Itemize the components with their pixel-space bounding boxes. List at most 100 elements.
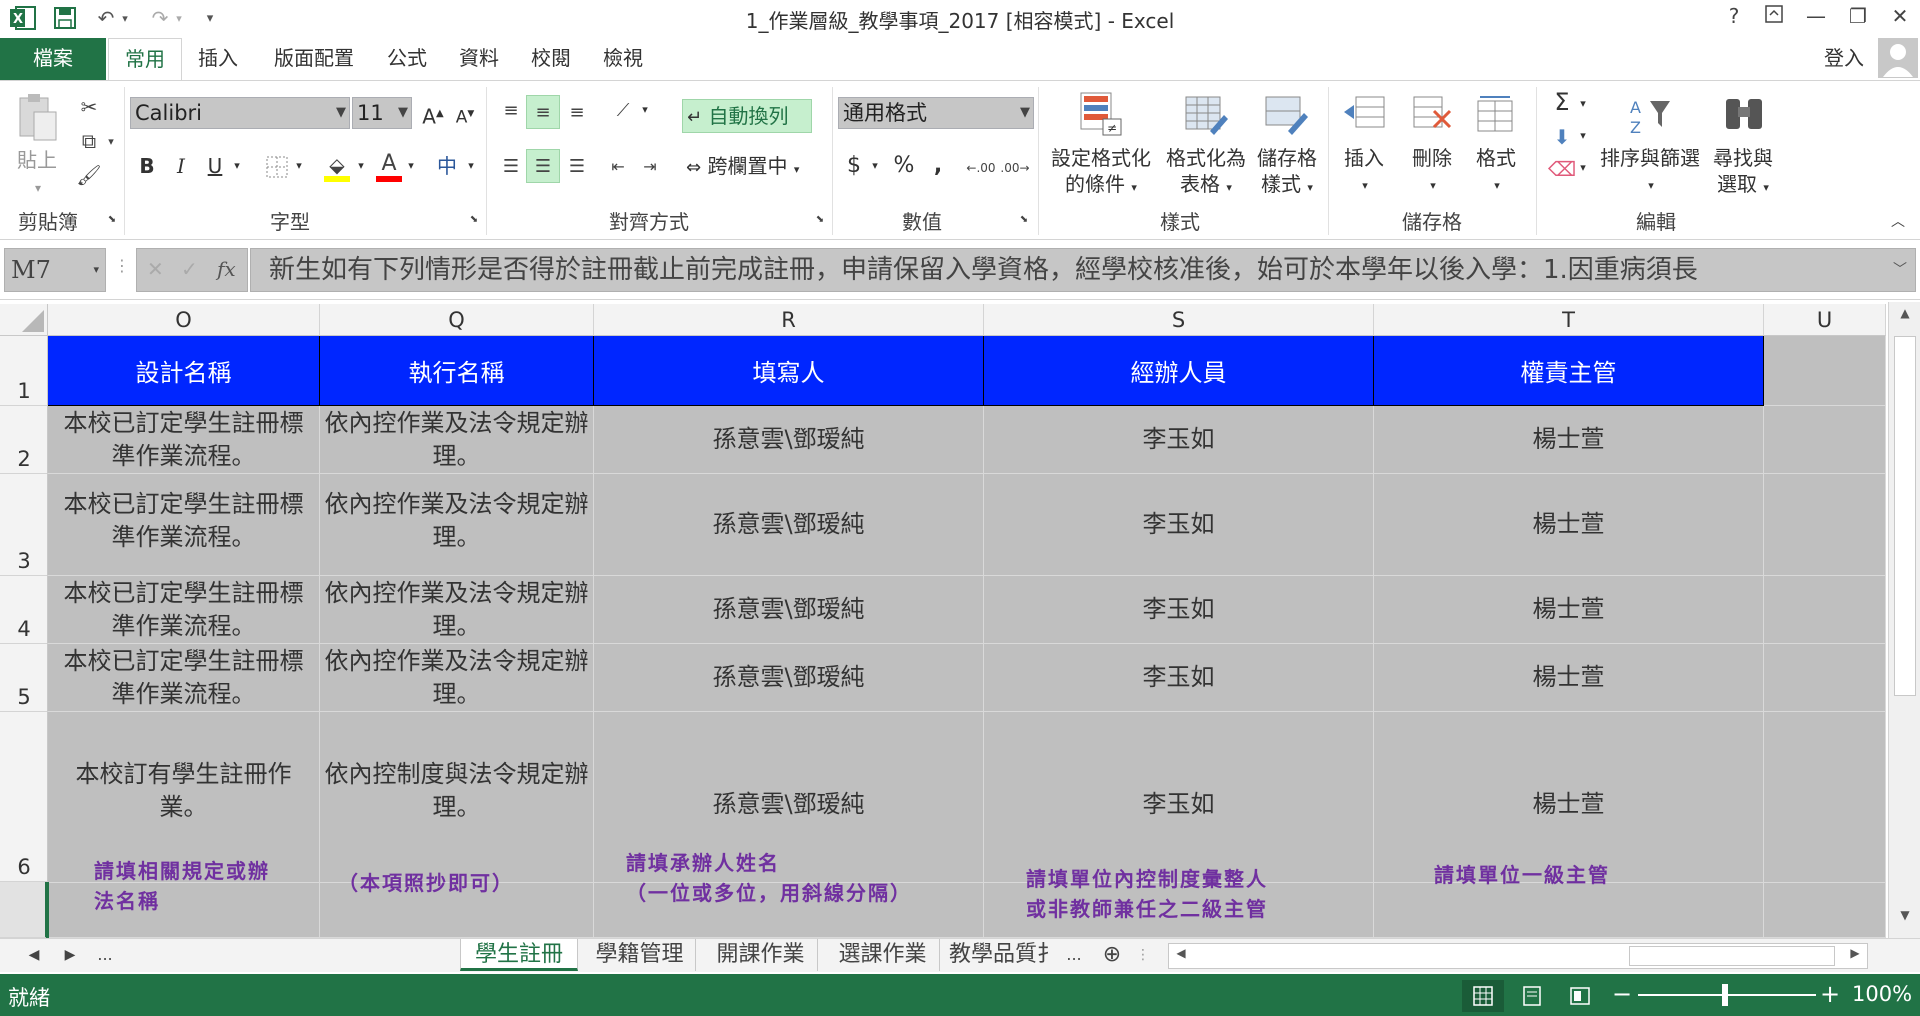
undo-dropdown-icon[interactable]: ▾ bbox=[118, 5, 132, 31]
sheet-nav-next-icon[interactable]: ▶ bbox=[58, 939, 82, 971]
table-cell[interactable]: 孫意雲\鄧瑷純 bbox=[594, 576, 984, 644]
minimize-icon[interactable]: — bbox=[1798, 4, 1834, 32]
vertical-scrollbar[interactable]: ▲ ▼ bbox=[1888, 302, 1920, 938]
table-cell[interactable] bbox=[1764, 406, 1886, 474]
align-middle-icon[interactable]: ≡ bbox=[526, 95, 560, 129]
grow-font-button[interactable]: A▲ bbox=[420, 101, 446, 130]
table-cell[interactable]: 楊士萱 bbox=[1374, 474, 1764, 576]
table-cell[interactable]: 孫意雲\鄧瑷純 bbox=[594, 474, 984, 576]
sort-filter-dropdown-icon[interactable]: ▾ bbox=[1644, 173, 1658, 199]
cell-styles-button[interactable]: 儲存格 樣式 ▾ bbox=[1252, 145, 1322, 201]
italic-button[interactable]: I bbox=[168, 153, 194, 179]
currency-dropdown-icon[interactable]: ▾ bbox=[868, 153, 882, 179]
align-center-icon[interactable]: ☰ bbox=[526, 149, 560, 183]
tab-review[interactable]: 校閱 bbox=[522, 38, 580, 80]
autosum-dropdown-icon[interactable]: ▾ bbox=[1576, 91, 1590, 117]
conditional-formatting-icon[interactable]: ≠ bbox=[1076, 89, 1126, 139]
collapse-ribbon-icon[interactable]: ︿ bbox=[1886, 209, 1910, 233]
row-header-2[interactable]: 2 bbox=[0, 406, 48, 474]
formula-bar-splitter-icon[interactable]: ⋮ bbox=[114, 256, 130, 284]
table-cell[interactable]: 本校已訂定學生註冊標準作業流程。 bbox=[48, 406, 320, 474]
cell-styles-icon[interactable] bbox=[1262, 89, 1312, 139]
decrease-indent-icon[interactable]: ⇤ bbox=[604, 151, 632, 181]
ribbon-display-options-icon[interactable] bbox=[1756, 4, 1792, 32]
table-cell[interactable]: 依內控作業及法令規定辦理。 bbox=[320, 474, 594, 576]
zoom-level[interactable]: 100% bbox=[1852, 982, 1912, 1006]
row-header-7[interactable] bbox=[0, 882, 48, 938]
decrease-decimal-icon[interactable]: .00→ bbox=[1000, 153, 1030, 183]
column-header-s[interactable]: S bbox=[984, 304, 1374, 336]
column-header-q[interactable]: Q bbox=[320, 304, 594, 336]
paste-icon[interactable] bbox=[14, 91, 62, 143]
fill-icon[interactable]: ⬇ bbox=[1548, 123, 1576, 151]
tab-splitter-icon[interactable]: ⋮ bbox=[1136, 939, 1150, 971]
table-cell[interactable]: 依內控作業及法令規定辦理。 bbox=[320, 644, 594, 712]
orientation-dropdown-icon[interactable]: ▾ bbox=[638, 97, 652, 123]
save-icon[interactable] bbox=[50, 5, 80, 31]
zoom-out-button[interactable]: − bbox=[1612, 980, 1632, 1008]
header-cell-design-name[interactable]: 設計名稱 bbox=[48, 336, 320, 406]
phonetic-dropdown-icon[interactable]: ▾ bbox=[464, 153, 478, 179]
table-cell[interactable]: 李玉如 bbox=[984, 474, 1374, 576]
table-cell[interactable]: 孫意雲\鄧瑷純 bbox=[594, 644, 984, 712]
close-icon[interactable]: ✕ bbox=[1882, 4, 1918, 32]
table-cell[interactable]: 李玉如 bbox=[984, 644, 1374, 712]
new-sheet-icon[interactable]: ⊕ bbox=[1096, 939, 1128, 971]
table-cell[interactable]: 本校已訂定學生註冊標準作業流程。 bbox=[48, 576, 320, 644]
table-cell[interactable]: 李玉如 bbox=[984, 576, 1374, 644]
scroll-right-icon[interactable]: ▶ bbox=[1845, 946, 1865, 966]
comma-button[interactable]: , bbox=[926, 153, 950, 179]
sheet-tab-student-records[interactable]: 學籍管理 bbox=[584, 939, 696, 971]
page-layout-view-icon[interactable] bbox=[1514, 980, 1550, 1012]
sort-filter-icon[interactable]: AZ bbox=[1626, 91, 1674, 139]
row-header-6[interactable]: 6 bbox=[0, 712, 48, 882]
table-cell[interactable]: 依內控作業及法令規定辦理。 bbox=[320, 406, 594, 474]
paste-dropdown-icon[interactable]: ▾ bbox=[28, 175, 48, 201]
align-bottom-icon[interactable]: ≡ bbox=[562, 97, 592, 127]
scroll-down-icon[interactable]: ▼ bbox=[1893, 908, 1917, 932]
copy-icon[interactable]: ⧉ bbox=[74, 127, 104, 155]
vertical-scroll-thumb[interactable] bbox=[1894, 336, 1916, 696]
customize-qat-icon[interactable]: ▾ bbox=[200, 5, 220, 31]
number-format-select[interactable]: 通用格式 ▼ bbox=[838, 97, 1034, 129]
format-as-table-button[interactable]: 格式化為 表格 ▾ bbox=[1160, 145, 1252, 201]
delete-cells-button[interactable]: 刪除 bbox=[1404, 145, 1460, 171]
percent-button[interactable]: % bbox=[890, 153, 918, 179]
insert-cells-icon[interactable] bbox=[1340, 91, 1388, 139]
row-header-4[interactable]: 4 bbox=[0, 576, 48, 644]
copy-dropdown-icon[interactable]: ▾ bbox=[104, 131, 118, 151]
tab-insert[interactable]: 插入 bbox=[186, 38, 250, 80]
sheet-tab-course-selection[interactable]: 選課作業 bbox=[826, 939, 940, 971]
column-header-r[interactable]: R bbox=[594, 304, 984, 336]
expand-formula-bar-icon[interactable]: ﹀ bbox=[1893, 259, 1907, 279]
table-cell[interactable] bbox=[1764, 712, 1886, 938]
row-header-5[interactable]: 5 bbox=[0, 644, 48, 712]
autosum-button[interactable]: Σ bbox=[1548, 89, 1576, 115]
column-header-t[interactable]: T bbox=[1374, 304, 1764, 336]
sheet-tab-course-offering[interactable]: 開課作業 bbox=[704, 939, 818, 971]
delete-cells-icon[interactable] bbox=[1408, 91, 1456, 139]
font-color-icon[interactable]: A bbox=[374, 149, 404, 185]
formula-input[interactable]: 新生如有下列情形是否得於註冊截止前完成註冊，申請保留入學資格，經學校核准後，始可… bbox=[250, 248, 1916, 292]
align-top-icon[interactable]: ≡ bbox=[496, 95, 526, 125]
table-cell[interactable] bbox=[1764, 644, 1886, 712]
horizontal-scrollbar[interactable]: ◀ ▶ bbox=[1168, 943, 1868, 969]
table-cell[interactable]: 依內控作業及法令規定辦理。 bbox=[320, 576, 594, 644]
sheet-tab-student-registration[interactable]: 學生註冊 bbox=[460, 939, 578, 971]
clear-icon[interactable]: ⌫ bbox=[1548, 155, 1576, 183]
table-cell[interactable]: 楊士萱 bbox=[1374, 712, 1764, 938]
zoom-slider-thumb[interactable] bbox=[1722, 984, 1728, 1006]
underline-dropdown-icon[interactable]: ▾ bbox=[230, 153, 244, 179]
clear-dropdown-icon[interactable]: ▾ bbox=[1576, 155, 1590, 181]
format-dropdown-icon[interactable]: ▾ bbox=[1490, 173, 1504, 199]
insert-cells-button[interactable]: 插入 bbox=[1336, 145, 1392, 171]
scroll-left-icon[interactable]: ◀ bbox=[1171, 946, 1191, 966]
increase-decimal-icon[interactable]: ←.00 bbox=[966, 153, 996, 183]
table-cell[interactable]: 本校已訂定學生註冊標準作業流程。 bbox=[48, 644, 320, 712]
paste-button[interactable]: 貼上 bbox=[12, 147, 62, 173]
sign-in-link[interactable]: 登入 bbox=[1816, 38, 1872, 80]
table-cell[interactable] bbox=[1764, 336, 1886, 406]
undo-icon[interactable]: ↶ bbox=[92, 5, 120, 31]
tab-formulas[interactable]: 公式 bbox=[378, 38, 436, 80]
table-cell[interactable] bbox=[1764, 474, 1886, 576]
